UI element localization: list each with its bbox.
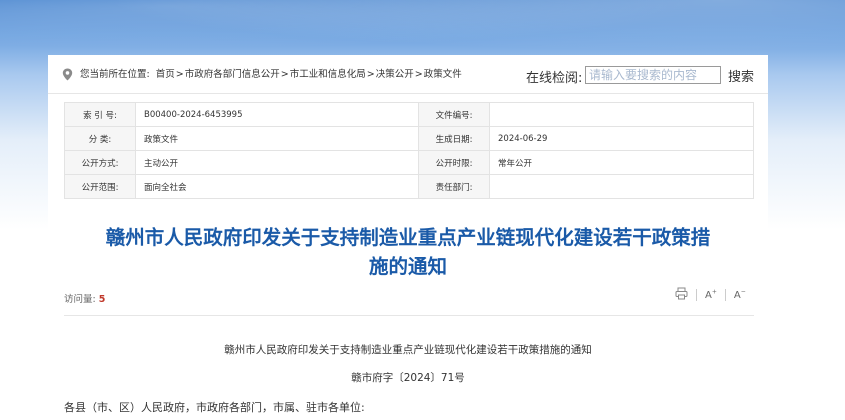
generated-date-value: 2024-06-29 [489,126,754,151]
breadcrumb-separator: > [175,69,184,80]
file-number-label: 文件编号: [418,102,490,127]
generated-date-label: 生成日期: [418,126,490,151]
breadcrumb-bureau[interactable]: 市工业和信息化局 [290,69,366,80]
breadcrumb-separator: > [366,69,375,80]
font-increase-button[interactable]: A+ [705,289,717,301]
document-number: 赣市府字〔2024〕71号 [351,372,465,384]
page-title-line: 赣州市人民政府印发关于支持制造业重点产业链现代化建设若干政策措 [105,226,711,249]
document-info-table: 索 引 号: B00400-2024-6453995 文件编号: 分 类: 政策… [64,102,754,199]
location-icon [62,68,73,81]
visits-count: 5 [98,294,106,305]
tool-divider [724,289,726,301]
page-title: 赣州市人民政府印发关于支持制造业重点产业链现代化建设若干政策措 施的通知 [58,223,758,281]
disclosure-scope-value: 面向全社会 [135,174,419,199]
category-label: 分 类: [64,126,136,151]
disclosure-period-label: 公开时限: [418,150,490,175]
font-decrease-button[interactable]: A− [734,289,746,301]
divider [64,315,754,316]
visits-label: 访问量: [64,294,96,305]
breadcrumb-separator: > [414,69,423,80]
breadcrumb-separator: > [280,69,289,80]
disclosure-method-value: 主动公开 [135,150,419,175]
page-title-line: 施的通知 [368,255,447,278]
breadcrumb-prefix: 您当前所在位置: [80,69,150,80]
visit-counter: 访问量: 5 [64,291,105,305]
breadcrumb: 您当前所在位置: 首页>市政府各部门信息公开>市工业和信息化局>决策公开>政策文… [80,66,462,80]
breadcrumb-decision[interactable]: 决策公开 [376,69,414,80]
font-increase-icon: A+ [705,288,717,302]
index-number-label: 索 引 号: [64,102,136,127]
document-salutation: 各县（市、区）人民政府，市政府各部门，市属、驻市各单位: [64,401,365,414]
responsible-dept-label: 责任部门: [418,174,490,199]
table-row: 索 引 号: B00400-2024-6453995 文件编号: [64,102,754,127]
breadcrumb-policy[interactable]: 政策文件 [424,69,462,80]
breadcrumb-home[interactable]: 首页 [156,69,175,80]
search-button[interactable]: 搜索 [728,66,754,85]
tool-divider [696,289,697,301]
breadcrumb-departments[interactable]: 市政府各部门信息公开 [185,69,280,80]
index-number-value: B00400-2024-6453995 [135,102,419,127]
table-row: 分 类: 政策文件 生成日期: 2024-06-29 [64,126,754,151]
disclosure-method-label: 公开方式: [64,150,136,175]
document-heading: 赣州市人民政府印发关于支持制造业重点产业链现代化建设若干政策措施的通知 [224,344,592,356]
table-row: 公开范围: 面向全社会 责任部门: [64,174,754,199]
search-label: 在线检阅: [526,71,583,86]
search-input[interactable] [585,66,721,84]
location-bar: 您当前所在位置: 首页>市政府各部门信息公开>市工业和信息化局>决策公开>政策文… [48,55,768,94]
disclosure-scope-label: 公开范围: [64,174,136,199]
print-icon [675,287,688,300]
table-row: 公开方式: 主动公开 公开时限: 常年公开 [64,150,754,175]
content-panel: 您当前所在位置: 首页>市政府各部门信息公开>市工业和信息化局>决策公开>政策文… [48,55,768,420]
category-value: 政策文件 [135,126,419,151]
header-background [0,0,845,60]
disclosure-period-value: 常年公开 [489,150,754,175]
font-decrease-icon: A− [733,288,746,302]
article-tools: A+ A− [675,287,746,303]
responsible-dept-value [489,174,754,199]
file-number-value [489,102,754,127]
print-button[interactable] [675,287,688,303]
